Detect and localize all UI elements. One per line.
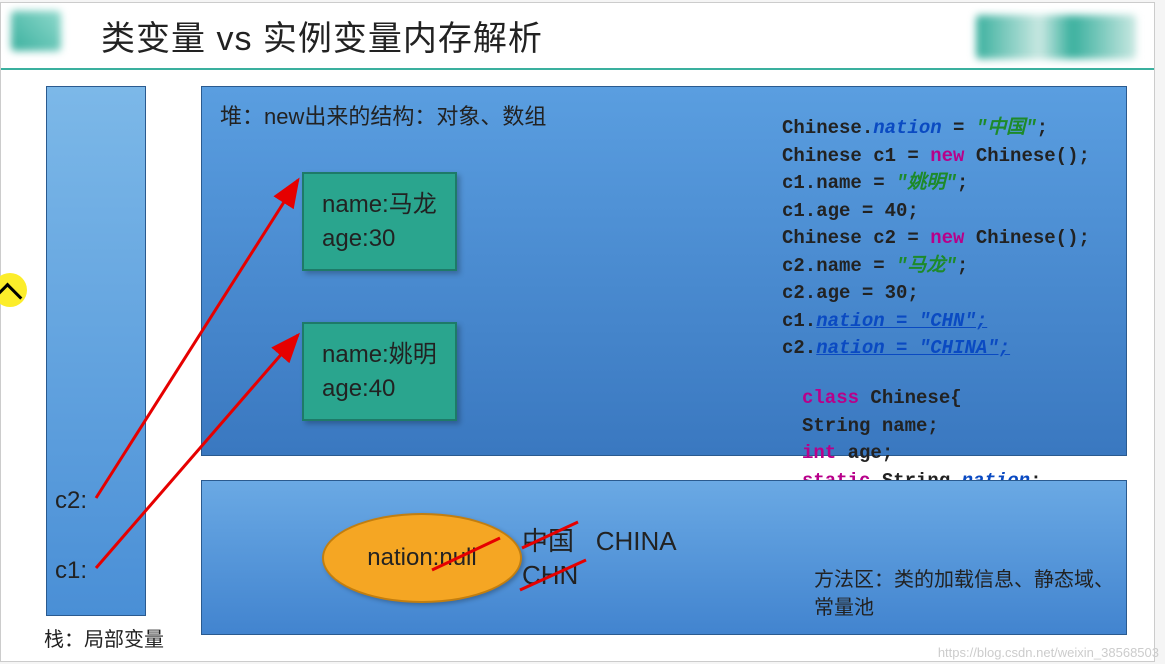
obj1-age: age:30	[322, 222, 437, 256]
nation-china: CHINA	[596, 526, 677, 556]
heap-object-1: name:马龙 age:30	[302, 172, 457, 271]
obj1-name: name:马龙	[322, 188, 437, 222]
watermark: https://blog.csdn.net/weixin_38568503	[938, 645, 1159, 660]
logo-left	[11, 11, 61, 51]
method-area-region: nation:null 中国 CHINA CHN 方法区：类的加载信息、静态域、…	[201, 480, 1127, 635]
nation-value: nation:null	[367, 544, 476, 572]
heap-region: 堆：new出来的结构：对象、数组 name:马龙 age:30 name:姚明 …	[201, 86, 1127, 456]
stack-var-c1: c1:	[55, 557, 87, 585]
nation-chn: CHN	[522, 560, 578, 590]
stack-region: c2: c1:	[46, 86, 146, 616]
nation-cn: 中国	[522, 526, 574, 556]
stack-label: 栈：局部变量	[44, 623, 164, 652]
page-title: 类变量 vs 实例变量内存解析	[101, 20, 543, 58]
slide: 类变量 vs 实例变量内存解析 c2: c1: 栈：局部变量 堆：new出来的结…	[0, 2, 1155, 662]
nation-ellipse: nation:null	[322, 513, 522, 603]
code-listing: Chinese.nation = "中国"; Chinese c1 = new …	[782, 115, 1114, 363]
cursor-icon	[0, 273, 27, 307]
obj2-age: age:40	[322, 372, 437, 406]
nation-history: 中国 CHINA CHN	[522, 525, 677, 593]
heap-label: 堆：new出来的结构：对象、数组	[220, 99, 546, 131]
stack-var-c2: c2:	[55, 487, 87, 515]
obj2-name: name:姚明	[322, 338, 437, 372]
logo-right	[976, 15, 1136, 59]
method-area-label: 方法区：类的加载信息、静态域、常量池	[814, 566, 1114, 622]
heap-object-2: name:姚明 age:40	[302, 322, 457, 421]
